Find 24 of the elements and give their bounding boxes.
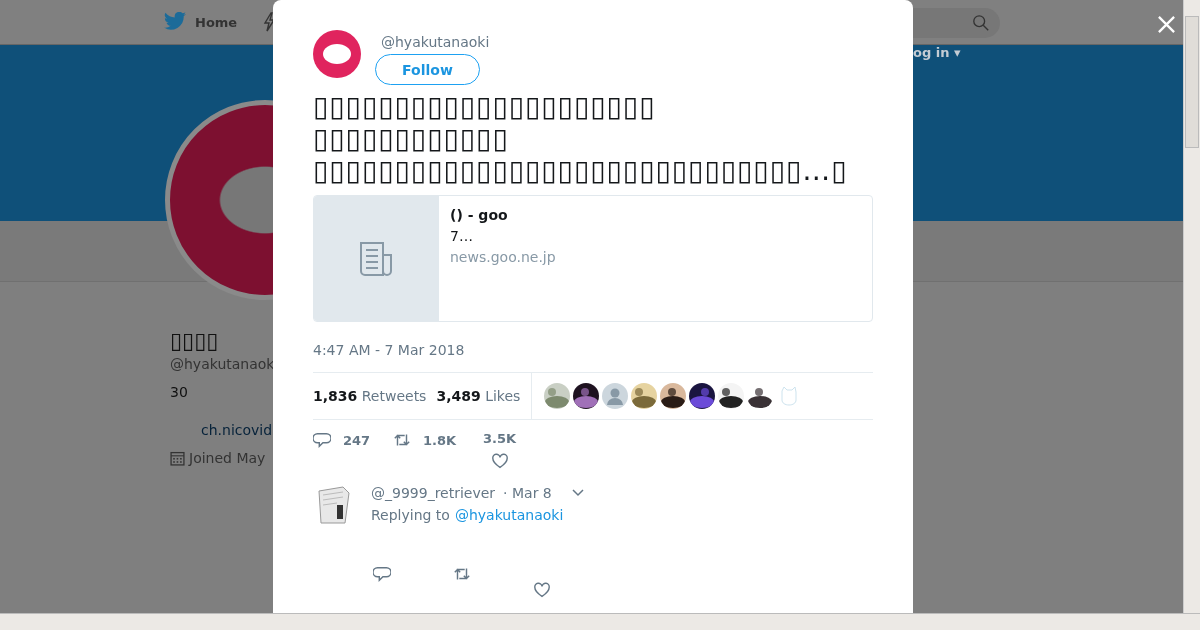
stat-count[interactable]: 1,836 Retweets xyxy=(313,388,427,404)
tweet-text: ▯▯▯▯▯▯▯▯▯▯▯▯▯▯▯▯▯▯▯▯▯ ▯▯▯▯▯▯▯▯▯▯▯▯ ▯▯▯▯▯▯▯▯▯▯▯▯▯▯▯▯▯▯▯▯▯▯▯▯▯▯▯▯▯▯…▯ xyxy=(313,91,849,187)
profile-name: ▯▯▯▯ xyxy=(170,328,220,354)
home-link[interactable]: Home xyxy=(163,12,238,32)
joined-date: Joined May xyxy=(189,450,266,466)
reply-handle[interactable]: @_9999_retriever xyxy=(371,485,496,501)
login-link[interactable]: og in ▾ xyxy=(913,45,961,60)
retweet-button[interactable]: 1.8K xyxy=(393,431,473,449)
tweet-time[interactable]: 4:47 AM - 7 Mar 2018 xyxy=(313,342,873,358)
user-handle[interactable]: @hyakutanaoki xyxy=(381,34,490,50)
link-card[interactable]: () - goo 7… news.goo.ne.jp xyxy=(313,195,873,322)
like-button[interactable]: 3.5K xyxy=(483,431,517,470)
card-title: () - goo xyxy=(450,206,509,224)
profile-handle: @hyakutanaok xyxy=(170,356,275,372)
profile-bio: 30 xyxy=(170,384,189,400)
replying-label: Replying to xyxy=(371,507,450,523)
profile-link[interactable]: ch.nicovid xyxy=(201,422,275,438)
card-description: 7… xyxy=(450,228,474,244)
mention-link[interactable]: @hyakutanaoki xyxy=(454,507,564,523)
follow-button[interactable]: Follow xyxy=(375,54,480,85)
card-domain: news.goo.ne.jp xyxy=(450,249,556,265)
reply-date[interactable]: · Mar 8 xyxy=(503,485,552,501)
stat-count[interactable]: 3,489 Likes xyxy=(436,388,521,404)
reply-button[interactable]: 247 xyxy=(313,431,393,449)
